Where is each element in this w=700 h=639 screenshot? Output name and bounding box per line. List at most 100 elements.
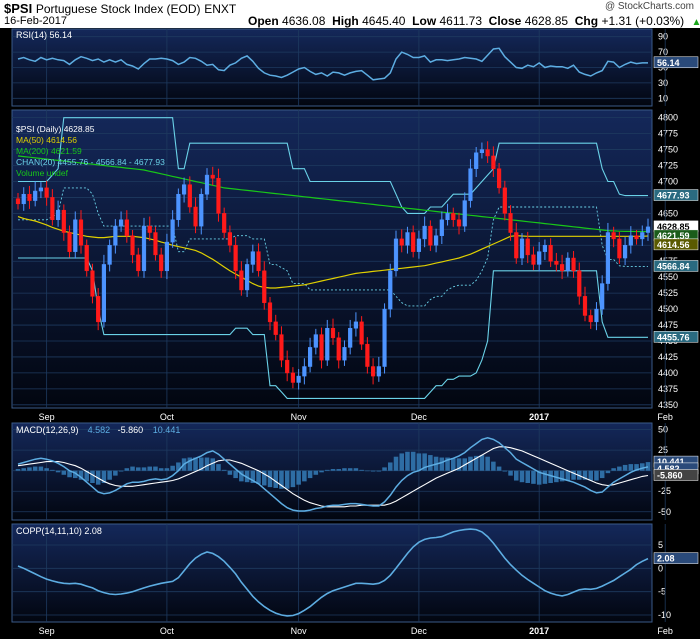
macd-histogram-bar (21, 468, 26, 471)
candle-body (514, 232, 519, 259)
price-tick-label: 4375 (658, 384, 678, 394)
price-tick-label: 4525 (658, 288, 678, 298)
candle-body (353, 321, 359, 329)
price-tick-label: 4400 (658, 368, 678, 378)
candle-body (325, 327, 330, 361)
price-tick-label: 4800 (658, 113, 678, 123)
candle-body (405, 232, 410, 246)
macd-histogram-bar (330, 469, 336, 471)
candle-body (279, 334, 284, 361)
macd-histogram-bar (136, 467, 141, 471)
macd-histogram-bar (158, 468, 164, 471)
month-label: Feb (657, 626, 673, 636)
candle-body (84, 245, 89, 272)
candle-body (433, 235, 439, 246)
month-label: 2017 (529, 412, 549, 422)
price-legend-entry: MA(200) 4621.59 (16, 146, 82, 156)
candle-body (96, 296, 101, 323)
candle-body (582, 296, 588, 316)
month-label: 2017 (529, 626, 549, 636)
price-last-label: 4455.76 (657, 332, 690, 342)
candle-body (159, 254, 164, 272)
candle-body (307, 347, 313, 367)
price-last-label: 4566.84 (657, 261, 690, 271)
price-legend-entry: MA(50) 4614.56 (16, 135, 77, 145)
candle-body (319, 334, 324, 361)
candle-body (370, 366, 376, 377)
candle-body (382, 308, 387, 367)
candle-body (474, 152, 479, 169)
macd-histogram-bar (124, 468, 130, 471)
macd-histogram-bar (519, 470, 525, 483)
macd-histogram-bar (405, 451, 410, 471)
macd-histogram-bar (55, 470, 61, 473)
coppock-panel: 50-5-10COPP(14,11,10) 2.082.08Sep Oct Nov D… (11, 523, 699, 636)
candle-body (124, 219, 129, 236)
candle-body (485, 149, 490, 157)
macd-histogram-bar (428, 455, 433, 471)
candle-body (416, 238, 422, 252)
macd-histogram-bar (479, 455, 485, 471)
macd-histogram-bar (336, 469, 341, 471)
macd-histogram-bar (204, 457, 210, 471)
candle-body (388, 270, 393, 310)
macd-histogram-bar (32, 466, 38, 471)
candle-body (216, 178, 221, 214)
macd-histogram-bar (113, 470, 118, 476)
candle-body (445, 213, 450, 221)
macd-tick-label: -25 (658, 486, 671, 496)
candle-body (55, 209, 61, 221)
candle-body (187, 184, 192, 208)
high-label: High (332, 14, 359, 28)
macd-histogram-bar (61, 470, 67, 475)
candle-body (38, 187, 44, 192)
macd-histogram-bar (451, 458, 456, 471)
macd-histogram-bar (15, 469, 21, 471)
month-label: Dec (411, 412, 428, 422)
price-tick-label: 4350 (658, 400, 678, 410)
macd-histogram-bar (221, 469, 227, 471)
candle-body (130, 235, 135, 256)
candle-body (250, 251, 255, 265)
macd-histogram-bar (359, 469, 364, 471)
candle-body (164, 241, 170, 272)
candle-body (118, 219, 124, 227)
chart-title: $PSI Portuguese Stock Index (EOD) ENXT (4, 1, 236, 16)
candle-body (296, 375, 301, 383)
macd-histogram-bar (514, 470, 519, 481)
macd-histogram-bar (347, 468, 353, 471)
macd-histogram-bar (382, 467, 387, 471)
open-value: 4636.08 (282, 14, 326, 28)
macd-histogram-bar (313, 470, 319, 475)
candle-body (428, 225, 433, 246)
candle-body (141, 225, 147, 272)
macd-histogram-bar (599, 470, 605, 479)
high-value: 4645.40 (362, 14, 406, 28)
rsi-last-value: 56.14 (657, 58, 680, 68)
macd-histogram-bar (164, 468, 170, 471)
candle-body (244, 264, 250, 291)
macd-histogram-bar (256, 470, 261, 484)
candle-body (519, 238, 525, 259)
macd-histogram-bar (531, 470, 536, 484)
chg-label: Chg (574, 14, 599, 28)
chart-date: 16-Feb-2017 (4, 15, 67, 27)
macd-histogram-bar (628, 464, 634, 471)
candle-body (101, 264, 107, 323)
month-label: Dec (411, 626, 428, 636)
candle-body (577, 270, 582, 297)
candle-body (50, 197, 55, 221)
macd-histogram-bar (640, 463, 645, 471)
macd-legend-entry: -5.860 (118, 425, 144, 435)
candle-body (622, 245, 628, 259)
rsi-legend: RSI(14) 56.14 (16, 30, 72, 40)
macd-histogram-bar (565, 470, 571, 481)
rsi-tick-label: 10 (658, 93, 668, 103)
copp-tick-label: 5 (658, 540, 663, 550)
candle-body (491, 155, 496, 169)
macd-tick-label: 25 (658, 445, 668, 455)
candle-body (376, 366, 381, 377)
candle-body (554, 260, 559, 265)
price-tick-label: 4500 (658, 304, 678, 314)
macd-histogram-bar (365, 470, 370, 472)
